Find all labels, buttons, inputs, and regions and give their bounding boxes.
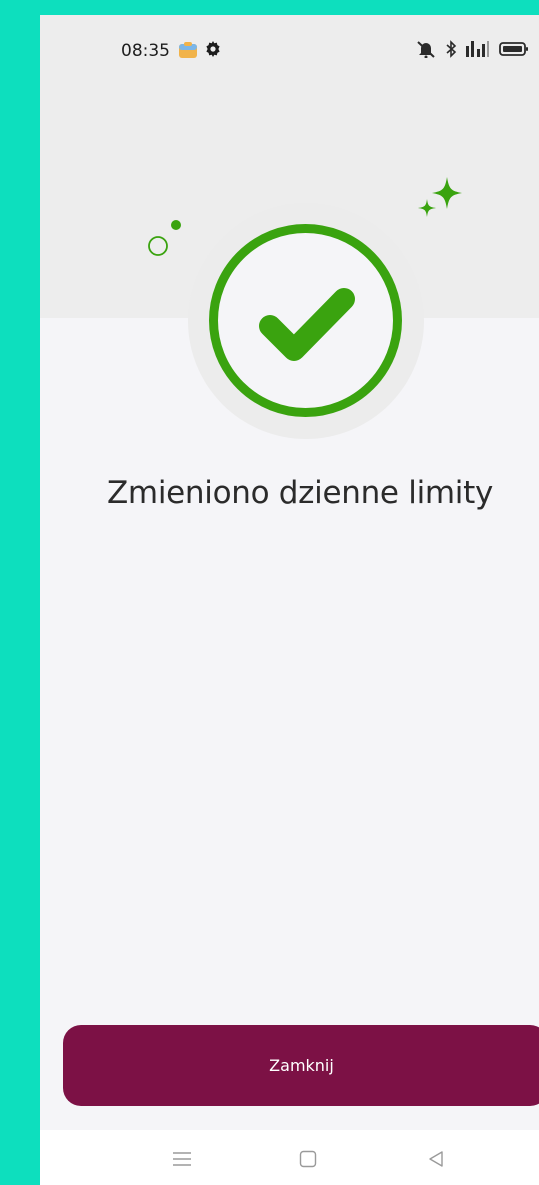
status-icons (415, 39, 529, 59)
checkmark-circle-icon (209, 224, 402, 417)
home-icon (299, 1150, 317, 1168)
nav-menu-button[interactable] (167, 1144, 197, 1174)
status-time: 08:35 (121, 41, 170, 61)
gear-icon (206, 41, 220, 57)
signal-icon (466, 41, 489, 57)
success-message: Zmieniono dzienne limity (106, 475, 493, 511)
system-nav-bar (40, 1130, 539, 1185)
back-icon (429, 1151, 443, 1167)
bubble-icon (148, 220, 181, 256)
nav-home-button[interactable] (293, 1144, 323, 1174)
status-bar: 08:35 (40, 15, 539, 85)
success-badge (188, 203, 424, 439)
battery-icon (499, 42, 528, 56)
menu-icon (173, 1152, 191, 1166)
app-notification-icon (179, 42, 197, 58)
app-screen: 08:35 Zmieniono dzienne limity Zamknij (40, 15, 539, 1185)
bluetooth-icon (446, 40, 457, 58)
mute-icon (417, 41, 435, 58)
sparkle-icon (418, 177, 462, 217)
close-button[interactable]: Zamknij (63, 1025, 539, 1106)
close-button-label: Zamknij (269, 1056, 334, 1075)
nav-back-button[interactable] (421, 1144, 451, 1174)
